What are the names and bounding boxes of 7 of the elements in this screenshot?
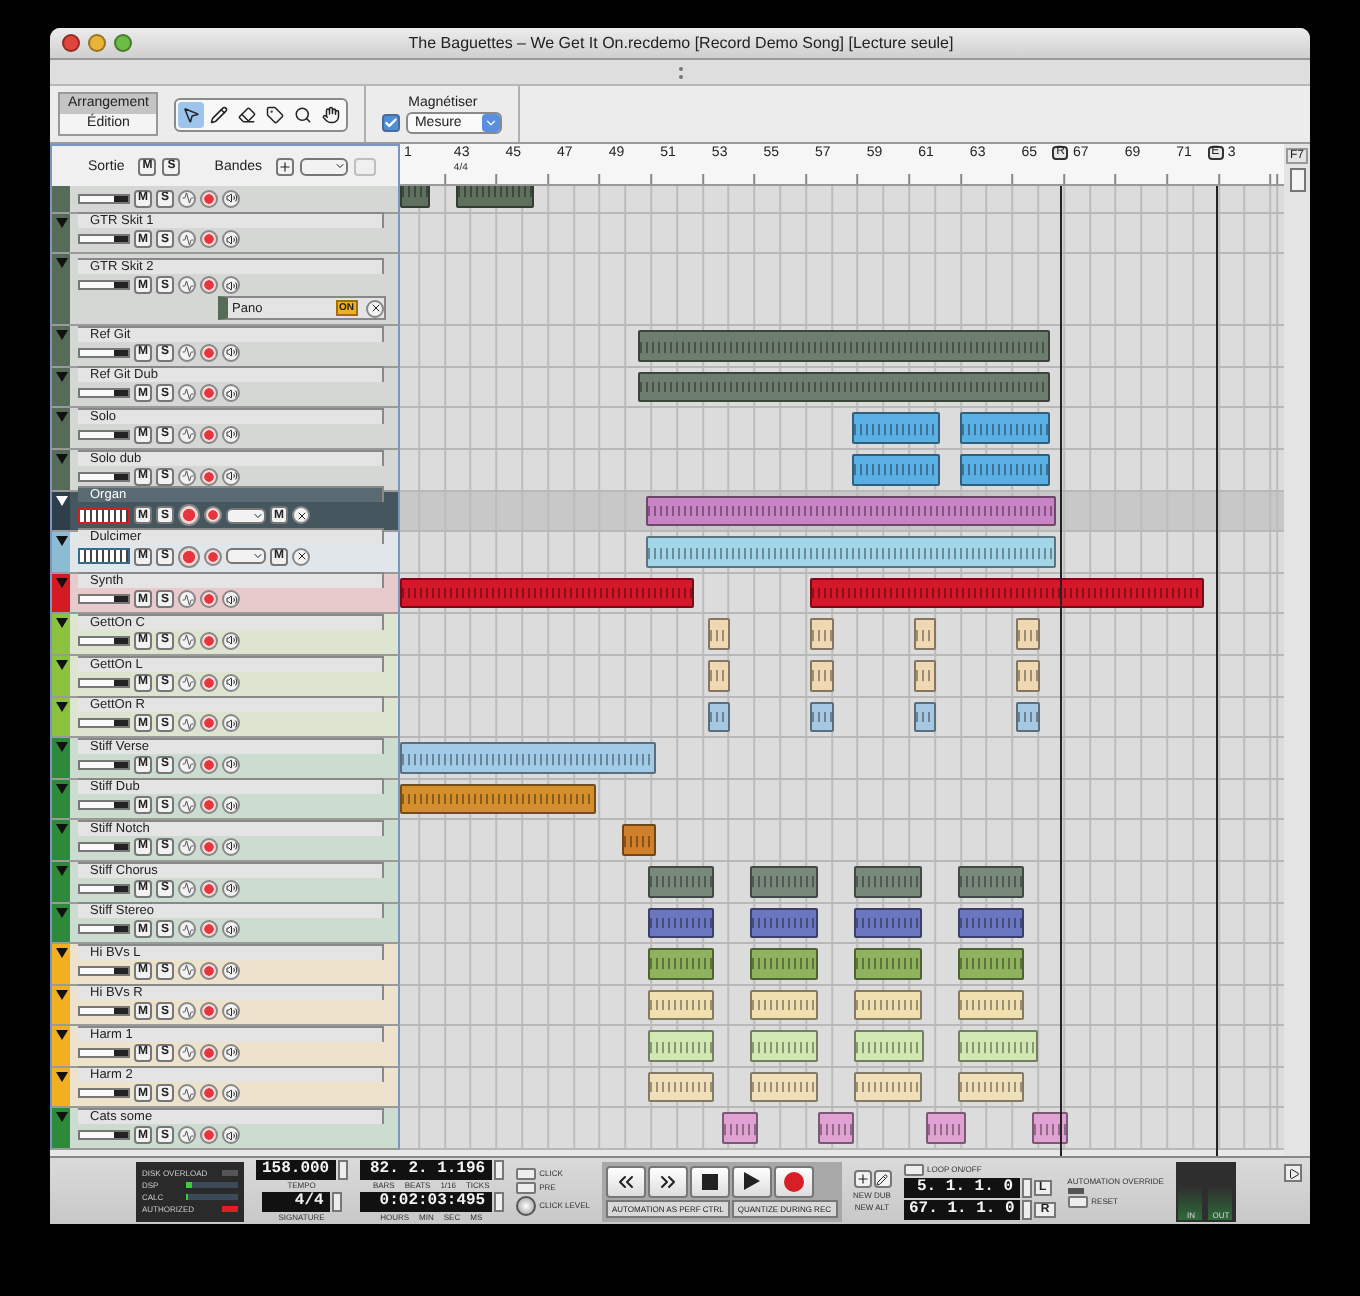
right-locator-display: 67. 1. 1. 0 xyxy=(903,1199,1021,1219)
tempo-display: 158.000 xyxy=(256,1160,336,1180)
time-display: 0:02:03:495 xyxy=(359,1192,492,1212)
left-locator-display: 5. 1. 1. 0 xyxy=(903,1177,1019,1197)
signature-display: 4/4 xyxy=(261,1192,330,1212)
position-display: 82. 2. 1.196 xyxy=(359,1160,492,1180)
window-title: The Baguettes – We Get It On.recdemo [Record Demo Song] [Lecture seule] xyxy=(406,34,956,52)
